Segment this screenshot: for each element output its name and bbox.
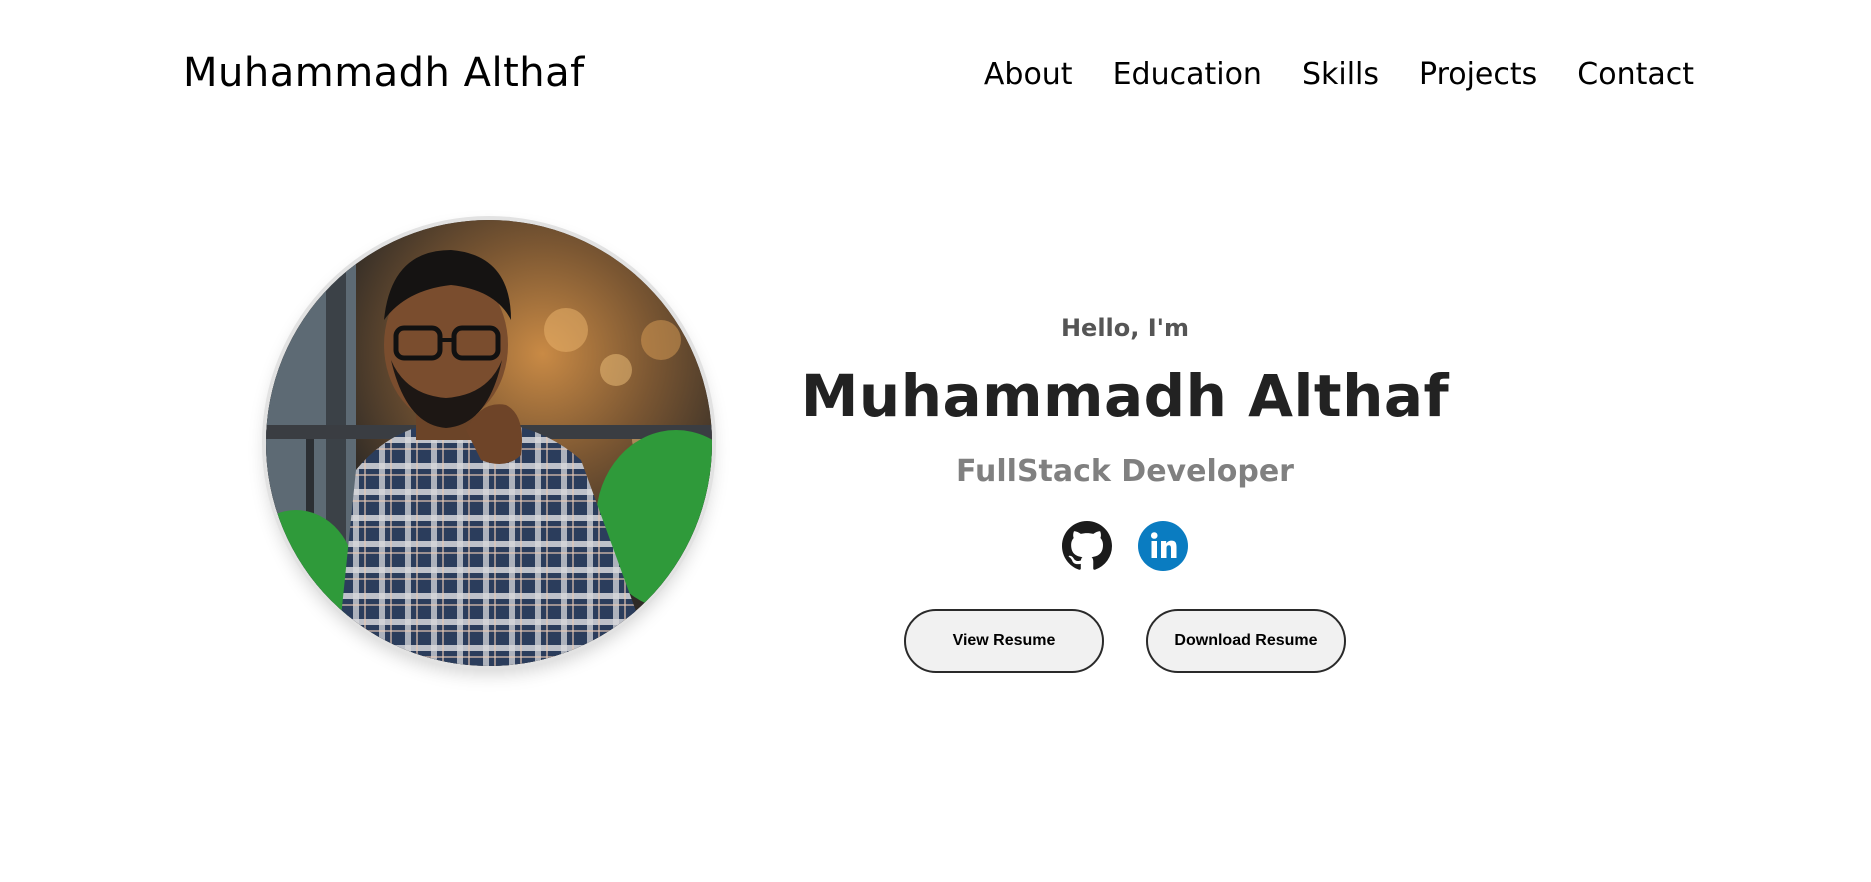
portfolio-page: Muhammadh Althaf About Education Skills …	[0, 0, 1871, 882]
github-icon[interactable]	[1062, 521, 1112, 571]
linkedin-icon[interactable]	[1138, 521, 1188, 571]
nav-contact[interactable]: Contact	[1577, 57, 1694, 92]
download-resume-button[interactable]: Download Resume	[1146, 609, 1346, 673]
profile-photo	[266, 220, 712, 666]
nav-about[interactable]: About	[984, 57, 1073, 92]
main-nav: About Education Skills Projects Contact	[984, 57, 1694, 92]
nav-skills[interactable]: Skills	[1302, 57, 1379, 92]
social-links	[780, 521, 1470, 571]
nav-education[interactable]: Education	[1113, 57, 1262, 92]
view-resume-button[interactable]: View Resume	[904, 609, 1104, 673]
site-brand[interactable]: Muhammadh Althaf	[183, 50, 585, 96]
role-title: FullStack Developer	[956, 454, 1294, 489]
resume-buttons: View Resume Download Resume	[780, 609, 1470, 673]
nav-projects[interactable]: Projects	[1419, 57, 1537, 92]
hero-name: Muhammadh Althaf	[800, 362, 1450, 430]
greeting-text: Hello, I'm	[1060, 314, 1190, 342]
